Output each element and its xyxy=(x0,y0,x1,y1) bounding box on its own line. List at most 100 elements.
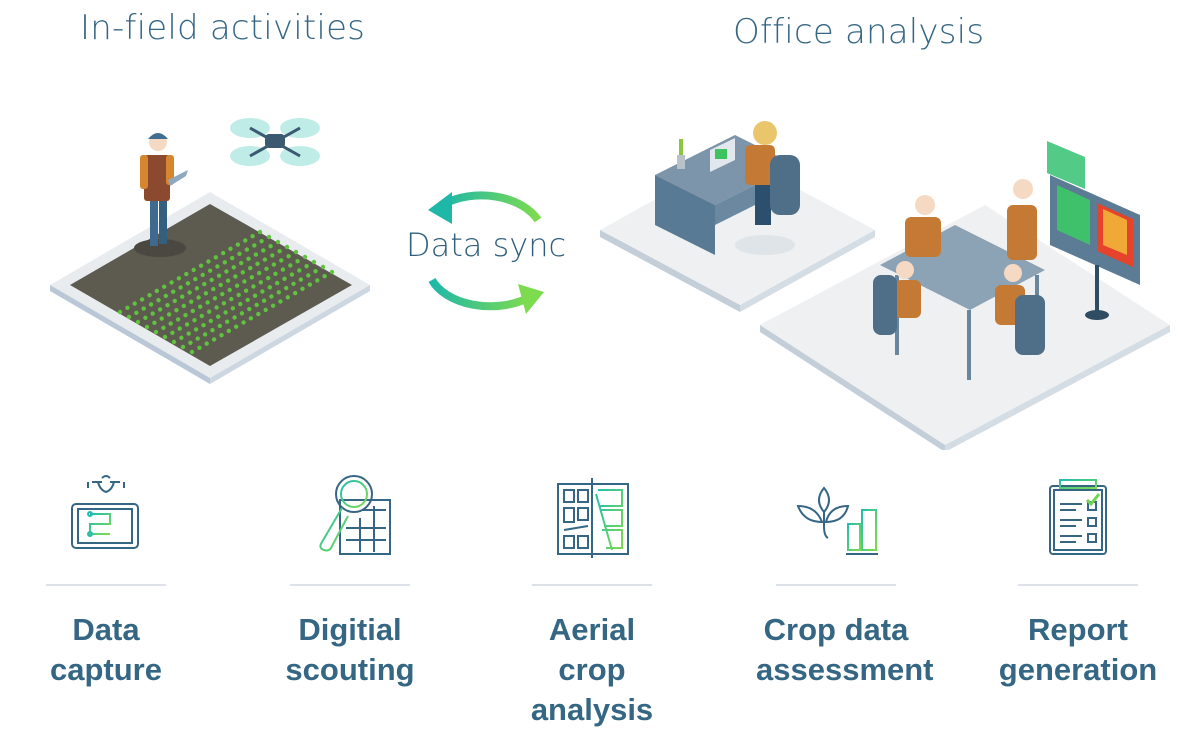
crop-plant xyxy=(163,293,168,299)
crop-plant xyxy=(210,328,215,333)
step-label-line2: capture xyxy=(50,652,162,687)
crop-plant xyxy=(139,297,145,302)
crop-plant xyxy=(276,290,281,295)
crop-plant xyxy=(209,277,214,283)
tablet-drone-icon xyxy=(71,475,139,549)
crop-plant xyxy=(254,302,259,308)
crop-plant xyxy=(132,301,137,306)
crop-plant xyxy=(226,328,231,334)
crop-plant xyxy=(165,303,170,308)
crop-plant xyxy=(211,337,217,342)
crop-plant xyxy=(147,293,152,298)
in-field-heading: In-field activities xyxy=(80,8,366,48)
office-illustration xyxy=(600,121,1170,450)
crop-plant xyxy=(168,321,173,326)
crop-plant xyxy=(216,314,221,319)
crop-plant xyxy=(258,280,263,285)
crop-plant xyxy=(184,271,189,277)
crop-plant xyxy=(231,265,236,270)
crop-plant xyxy=(247,306,252,312)
crop-plant xyxy=(263,307,268,313)
step-label-line2: generation xyxy=(998,652,1158,687)
crop-plant xyxy=(212,296,218,301)
crop-plant xyxy=(232,315,237,320)
crop-plant xyxy=(225,278,231,283)
crop-plant xyxy=(304,264,309,269)
crop-plant xyxy=(219,333,224,338)
crop-plant xyxy=(152,320,157,325)
crop-plant xyxy=(268,244,273,249)
step-label-line2: assessment xyxy=(756,652,934,687)
crop-plant xyxy=(214,305,219,310)
crop-plant xyxy=(307,282,313,287)
crop-plant xyxy=(216,273,222,278)
crop-plant xyxy=(221,301,227,306)
crop-plant xyxy=(191,267,196,273)
crop-plant xyxy=(194,286,200,291)
crop-plant xyxy=(233,274,238,279)
crop-plant xyxy=(162,334,168,340)
step-label-line1: Digitial xyxy=(298,612,402,647)
crop-plant xyxy=(207,309,212,314)
crop-plant xyxy=(260,289,265,294)
crop-plant xyxy=(218,282,223,288)
crop-plant xyxy=(279,258,284,263)
step-label-line1: Aerial crop xyxy=(548,612,636,687)
crop-plant xyxy=(141,306,146,311)
crop-plant xyxy=(187,290,192,295)
crop-plant xyxy=(144,324,150,330)
crop-plant xyxy=(204,341,209,346)
divider xyxy=(1018,584,1138,586)
crop-plant xyxy=(285,295,290,300)
crop-plant xyxy=(180,294,185,299)
crop-plant xyxy=(217,323,222,329)
crop-plant xyxy=(295,259,300,264)
field-illustration xyxy=(50,118,370,384)
crop-plant xyxy=(322,274,327,279)
crop-plant xyxy=(239,311,245,316)
crop-plant xyxy=(197,345,202,350)
crop-plant xyxy=(280,267,286,272)
crop-plant xyxy=(161,325,166,330)
crop-plant xyxy=(192,318,197,323)
crop-plant xyxy=(253,252,259,257)
crop-plant xyxy=(198,263,204,268)
crop-plant xyxy=(148,302,154,307)
crop-plant xyxy=(277,249,282,254)
crop-plant xyxy=(176,276,182,281)
crop-plant xyxy=(320,264,326,270)
crop-plant xyxy=(252,293,258,298)
crop-plant xyxy=(243,238,248,243)
magnifier-map-icon xyxy=(319,475,391,555)
crop-plant xyxy=(174,308,179,313)
crop-plant xyxy=(289,272,295,277)
crop-plant xyxy=(166,312,172,317)
crop-plant xyxy=(298,277,304,282)
crop-plant xyxy=(266,234,272,240)
crop-plant xyxy=(207,268,213,273)
crop-plant xyxy=(150,311,155,316)
crop-plant xyxy=(236,292,241,298)
crop-plant xyxy=(248,316,254,321)
crop-plant xyxy=(235,242,241,247)
crop-plant xyxy=(208,318,213,324)
crop-plant xyxy=(178,285,183,290)
crop-plant xyxy=(270,253,275,258)
step-digital-scouting: Digitial scouting xyxy=(270,470,430,690)
divider xyxy=(776,584,896,586)
crop-plant xyxy=(169,280,174,285)
crop-plant xyxy=(267,285,272,290)
crop-plant xyxy=(257,270,262,276)
divider xyxy=(46,584,166,586)
step-report-generation: Report generation xyxy=(998,470,1158,690)
crop-plant xyxy=(227,287,232,293)
clipboard-check-icon xyxy=(1049,479,1107,555)
crop-plant xyxy=(237,251,242,256)
crop-plant xyxy=(293,249,299,255)
crop-plant xyxy=(225,319,230,324)
sync-arrow-bottom-icon xyxy=(428,277,530,311)
crop-plant xyxy=(284,244,290,250)
crop-plant xyxy=(278,299,283,304)
crop-plant xyxy=(188,340,193,345)
crop-plant xyxy=(234,324,239,329)
